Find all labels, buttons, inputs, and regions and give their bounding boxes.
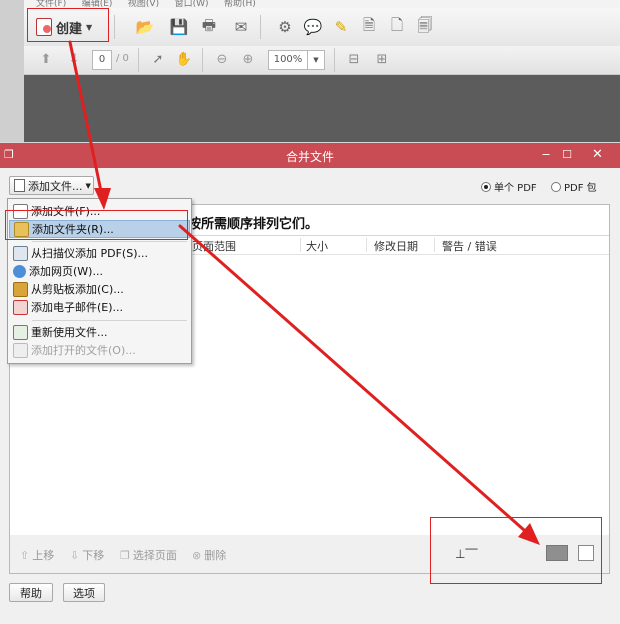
move-down-button[interactable]: ⇩ 下移 [70,547,104,563]
zoom-input[interactable]: 100% [268,50,308,70]
email-icon[interactable]: ✉ [230,16,252,38]
document-sign-icon[interactable]: 🗐 [414,16,436,38]
menu-bar: 文件(F) 编辑(E) 视图(V) 窗口(W) 帮助(H) [24,0,620,8]
column-page-range[interactable]: 页面范围 [192,238,236,254]
chevron-down-icon: ▼ [85,181,91,190]
menu-edit[interactable]: 编辑(E) [82,0,113,8]
dialog-title: 合并文件 [285,150,334,164]
column-warnings[interactable]: 警告 / 错误 [442,238,497,254]
open-folder-icon[interactable]: 📂 [134,16,156,38]
menu-file[interactable]: 文件(F) [36,0,66,8]
navigation-toolbar: ⬆ ⬇ 0 / 0 ➚ ✋ ⊖ ⊕ 100% ▼ ⊟ ⊞ [24,46,620,75]
menu-item-label: 从扫描仪添加 PDF(S)... [31,247,148,260]
scanner-icon [13,245,28,261]
menu-item-label: 从剪贴板添加(C)... [31,283,124,296]
menu-window[interactable]: 窗口(W) [175,0,209,8]
menu-item-email[interactable]: 添加电子邮件(E)... [9,298,190,316]
hand-tool-icon[interactable]: ✋ [174,49,194,69]
delete-icon: ⊗ [192,548,202,562]
page-total: / 0 [116,53,129,64]
menu-item-label: 添加电子邮件(E)... [31,301,124,314]
main-toolbar: 创建 ▼ 📂 💾 🖶 ✉ ⚙ 💬 ✎ 🗎 🗋 🗐 [24,8,620,47]
menu-help[interactable]: 帮助(H) [224,0,256,8]
help-button[interactable]: 帮助 [9,583,53,602]
toolbar-divider [138,48,139,72]
maximize-icon[interactable]: ☐ [559,145,575,165]
menu-item-clipboard[interactable]: 从剪贴板添加(C)... [9,280,190,298]
toolbar-divider [260,15,261,39]
menu-item-reuse-files[interactable]: 重新使用文件... [9,323,190,341]
menu-item-web-page[interactable]: 添加网页(W)... [9,262,190,280]
select-cursor-icon[interactable]: ➚ [148,49,168,69]
reuse-file-icon [13,324,28,340]
menu-item-label: 添加打开的文件(O)... [31,344,136,357]
select-pages-button[interactable]: ❐ 选择页面 [120,547,177,563]
arrow-down-icon: ⇩ [70,548,80,562]
highlight-icon[interactable]: ✎ [330,16,352,38]
arrow-up-icon: ⇧ [20,548,30,562]
delete-button[interactable]: ⊗ 删除 [192,547,226,563]
menu-item-label: 添加网页(W)... [29,265,103,278]
zoom-dropdown-icon[interactable]: ▼ [307,50,325,70]
column-divider [434,238,435,252]
radio-dot-icon [551,181,561,192]
column-modified-date[interactable]: 修改日期 [374,238,418,254]
previous-page-icon[interactable]: ⬆ [36,49,56,69]
web-page-icon [13,264,26,278]
radio-pdf-package[interactable]: PDF 包 [551,179,597,194]
menu-view[interactable]: 视图(V) [128,0,159,8]
annotation-box-create [27,8,109,42]
move-down-label: 下移 [82,549,105,562]
radio-package-label: PDF 包 [564,183,597,194]
radio-single-pdf[interactable]: 单个 PDF [481,179,537,194]
move-up-button[interactable]: ⇧ 上移 [20,547,54,563]
next-page-icon[interactable]: ⬇ [64,49,84,69]
select-pages-label: 选择页面 [132,549,177,562]
minimize-icon[interactable]: ‒ [538,145,554,165]
add-files-label: 添加文件... [28,179,83,193]
menu-separator [32,241,187,242]
move-up-label: 上移 [32,549,55,562]
email-icon [13,299,28,315]
open-files-icon [13,342,28,358]
menu-item-add-open-files: 添加打开的文件(O)... [9,341,190,359]
dialog-titlebar: ❐ 合并文件 ‒ ☐ ✕ [0,143,620,168]
zoom-in-icon[interactable]: ⊕ [238,49,258,69]
document-export-icon[interactable]: 🗋 [386,16,408,38]
close-icon[interactable]: ✕ [585,145,610,165]
fit-width-icon[interactable]: ⊞ [372,49,392,69]
toolbar-divider [202,48,203,72]
column-divider [366,238,367,252]
add-file-icon [14,179,25,192]
toolbar-divider [334,48,335,72]
gear-icon[interactable]: ⚙ [274,16,296,38]
menu-separator [32,320,187,321]
instruction-text: 按所需顺序排列它们。 [188,217,319,232]
menu-item-label: 重新使用文件... [31,326,108,339]
save-icon[interactable]: 💾 [168,16,190,38]
toolbar-divider [114,15,115,39]
clipboard-icon [13,281,28,297]
comment-icon[interactable]: 💬 [302,16,324,38]
desktop-strip [0,0,24,142]
page-number-input[interactable]: 0 [92,50,112,70]
document-secure-icon[interactable]: 🗎 [358,16,380,38]
pages-icon: ❐ [120,548,130,562]
menu-item-scanner[interactable]: 从扫描仪添加 PDF(S)... [9,244,190,262]
zoom-out-icon[interactable]: ⊖ [212,49,232,69]
annotation-box-view-controls [430,517,602,584]
column-divider [300,238,301,252]
column-size[interactable]: 大小 [306,238,328,254]
acrobat-window: 文件(F) 编辑(E) 视图(V) 窗口(W) 帮助(H) 创建 ▼ 📂 💾 🖶… [24,0,620,142]
options-button[interactable]: 选项 [63,583,105,602]
document-area [24,75,620,142]
radio-single-label: 单个 PDF [494,183,537,194]
annotation-box-add-folder [5,210,188,240]
delete-label: 删除 [204,549,227,562]
radio-dot-icon [481,181,491,192]
add-files-button[interactable]: 添加文件... ▼ [9,176,94,195]
fit-page-icon[interactable]: ⊟ [344,49,364,69]
print-icon[interactable]: 🖶 [198,16,220,38]
